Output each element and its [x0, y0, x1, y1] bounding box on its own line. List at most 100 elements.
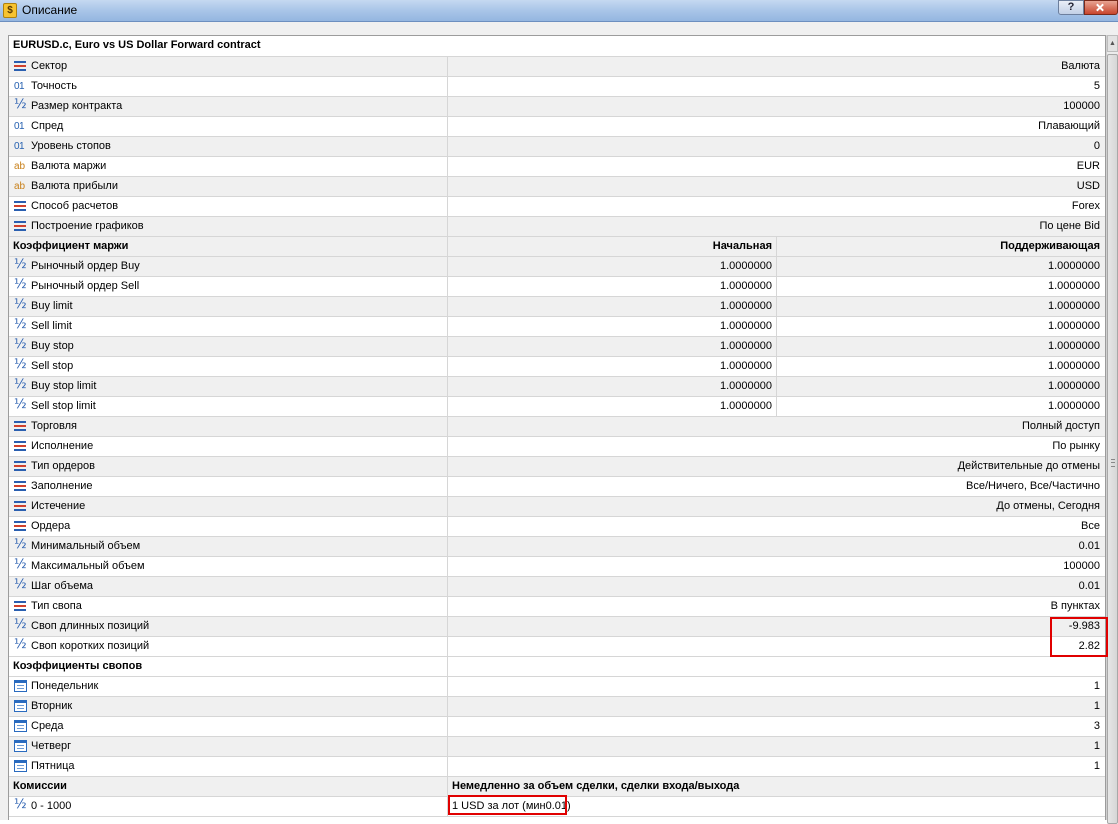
calendar-icon [14, 680, 27, 692]
row-label: Спред [31, 120, 64, 132]
row-value: До отмены, Сегодня [996, 500, 1100, 512]
table-row[interactable]: ½ Рыночный ордер Sell 1.0000000 1.0000000 [9, 277, 1105, 297]
row-label: Понедельник [31, 680, 99, 692]
row-label: Исполнение [31, 440, 94, 452]
table-row[interactable]: ½ Своп коротких позиций 2.82 [9, 637, 1105, 657]
row-label: Размер контракта [31, 100, 123, 112]
table-row[interactable]: ab Валюта прибыли USD [9, 177, 1105, 197]
row-value: Полный доступ [1021, 420, 1100, 432]
table-row[interactable]: ab Валюта маржи EUR [9, 157, 1105, 177]
table-row[interactable]: Заполнение Все/Ничего, Все/Частично [9, 477, 1105, 497]
initial-margin-value: 1.0000000 [448, 317, 777, 336]
enum-icon [14, 421, 26, 432]
initial-margin-value: 1.0000000 [448, 337, 777, 356]
row-value: 1 [1093, 760, 1100, 772]
row-label: Построение графиков [31, 220, 144, 232]
row-label: Торговля [31, 420, 77, 432]
table-row[interactable]: ½ Размер контракта 100000 [9, 97, 1105, 117]
initial-margin-value: 1.0000000 [448, 357, 777, 376]
enum-icon [14, 601, 26, 612]
table-row[interactable]: ½ Sell limit 1.0000000 1.0000000 [9, 317, 1105, 337]
row-label: Максимальный объем [31, 560, 145, 572]
initial-margin-value: 1.0000000 [448, 377, 777, 396]
initial-margin-value: 1.0000000 [448, 397, 777, 416]
table-row[interactable]: Пятница 1 [9, 757, 1105, 777]
row-label: Истечение [31, 500, 86, 512]
fraction-icon: ½ [14, 317, 27, 332]
initial-margin-value: 1.0000000 [448, 277, 777, 296]
table-row[interactable]: Ордера Все [9, 517, 1105, 537]
fraction-icon: ½ [14, 617, 27, 632]
table-row[interactable]: ½ Минимальный объем 0.01 [9, 537, 1105, 557]
maintenance-margin-value: 1.0000000 [1048, 380, 1100, 392]
table-row[interactable]: 01 Точность 5 [9, 77, 1105, 97]
row-label: Сектор [31, 60, 68, 72]
help-button[interactable]: ? [1058, 0, 1084, 15]
table-row[interactable]: 01 Спред Плавающий [9, 117, 1105, 137]
row-label: Тип свопа [31, 600, 82, 612]
margin-col-maintenance: Поддерживающая [1000, 240, 1100, 252]
table-row[interactable]: Тип свопа В пунктах [9, 597, 1105, 617]
margin-col-initial: Начальная [448, 237, 777, 256]
commission-header: Комиссии [13, 780, 67, 792]
table-row[interactable]: ½ 0 - 1000 1 USD за лот (мин0.01) [9, 797, 1105, 817]
specification-table: EURUSD.c, Euro vs US Dollar Forward cont… [8, 35, 1106, 820]
row-value: 100000 [1063, 100, 1100, 112]
row-label: Своп длинных позиций [31, 620, 150, 632]
table-row[interactable]: Способ расчетов Forex [9, 197, 1105, 217]
close-button[interactable] [1084, 0, 1118, 15]
table-row[interactable]: ½ Sell stop 1.0000000 1.0000000 [9, 357, 1105, 377]
row-value: 0.01 [1078, 540, 1100, 552]
maintenance-margin-value: 1.0000000 [1048, 300, 1100, 312]
enum-icon [14, 481, 26, 492]
table-row[interactable]: ½ Buy limit 1.0000000 1.0000000 [9, 297, 1105, 317]
row-label: Buy stop [31, 340, 74, 352]
row-value: Все/Ничего, Все/Частично [965, 480, 1100, 492]
enum-icon [14, 501, 26, 512]
table-row[interactable]: ½ Sell stop limit 1.0000000 1.0000000 [9, 397, 1105, 417]
vertical-scrollbar[interactable]: ▲ [1106, 35, 1118, 824]
row-value: Forex [1071, 200, 1100, 212]
maintenance-margin-value: 1.0000000 [1048, 340, 1100, 352]
table-row[interactable]: Построение графиков По цене Bid [9, 217, 1105, 237]
maintenance-margin-value: 1.0000000 [1048, 320, 1100, 332]
row-label: Валюта прибыли [31, 180, 118, 192]
enum-icon [14, 521, 26, 532]
initial-margin-value: 1.0000000 [448, 257, 777, 276]
fraction-icon: ½ [14, 797, 27, 812]
table-row[interactable]: ½ Максимальный объем 100000 [9, 557, 1105, 577]
row-label: 0 - 1000 [31, 800, 72, 812]
scroll-up-arrow-icon[interactable]: ▲ [1107, 35, 1118, 52]
table-row[interactable]: ½ Своп длинных позиций -9.983 [9, 617, 1105, 637]
calendar-icon [14, 720, 27, 732]
enum-icon [14, 201, 26, 212]
row-value: 3 [1093, 720, 1100, 732]
table-row[interactable]: ½ Рыночный ордер Buy 1.0000000 1.0000000 [9, 257, 1105, 277]
row-label: Шаг объема [31, 580, 93, 592]
table-row[interactable]: ½ Buy stop limit 1.0000000 1.0000000 [9, 377, 1105, 397]
row-label: Четверг [31, 740, 72, 752]
table-row[interactable]: Понедельник 1 [9, 677, 1105, 697]
table-row[interactable]: Вторник 1 [9, 697, 1105, 717]
scroll-thumb[interactable] [1107, 54, 1118, 824]
table-row[interactable]: Среда 3 [9, 717, 1105, 737]
table-row[interactable]: ½ Шаг объема 0.01 [9, 577, 1105, 597]
row-label: Заполнение [31, 480, 93, 492]
table-row[interactable]: Торговля Полный доступ [9, 417, 1105, 437]
table-row[interactable]: 01 Уровень стопов 0 [9, 137, 1105, 157]
table-row[interactable]: ½ Buy stop 1.0000000 1.0000000 [9, 337, 1105, 357]
swaps-header-row: Коэффициенты свопов [9, 657, 1105, 677]
row-value: Валюта [1061, 60, 1100, 72]
integer-icon: 01 [14, 121, 25, 132]
row-value: По рынку [1052, 440, 1100, 452]
table-row[interactable]: Четверг 1 [9, 737, 1105, 757]
table-row[interactable]: Тип ордеров Действительные до отмены [9, 457, 1105, 477]
row-label: Точность [31, 80, 77, 92]
enum-icon [14, 441, 26, 452]
table-row[interactable]: Сектор Валюта [9, 57, 1105, 77]
string-icon: ab [14, 161, 26, 172]
table-row[interactable]: Исполнение По рынку [9, 437, 1105, 457]
table-row[interactable]: Истечение До отмены, Сегодня [9, 497, 1105, 517]
row-label: Вторник [31, 700, 73, 712]
commission-value: 1 USD за лот (мин0.01) [452, 800, 571, 812]
